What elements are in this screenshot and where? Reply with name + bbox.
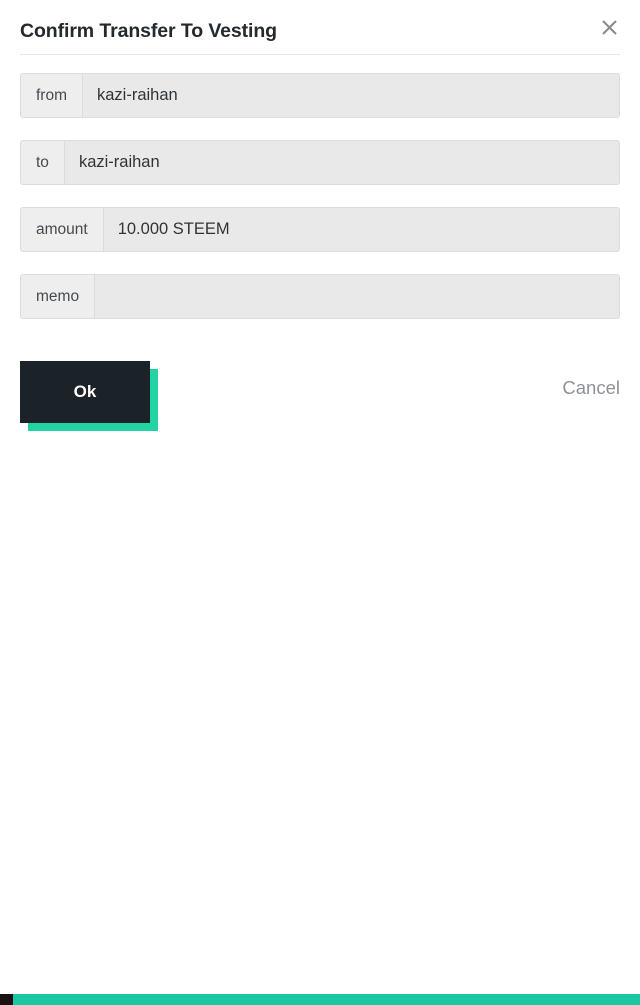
bottom-accent-bar	[0, 994, 640, 1005]
field-row-memo[interactable]: memo	[20, 274, 620, 319]
dialog-header: Confirm Transfer To Vesting	[0, 0, 640, 54]
field-label-memo: memo	[21, 275, 96, 318]
ok-button[interactable]: Ok	[20, 361, 150, 423]
bottom-bar-nub	[0, 994, 13, 1005]
transfer-form: from kazi-raihan to kazi-raihan amount 1…	[0, 55, 640, 319]
field-row-from[interactable]: from kazi-raihan	[20, 73, 620, 118]
field-label-to: to	[21, 141, 65, 184]
from-input[interactable]: kazi-raihan	[83, 74, 619, 117]
confirm-transfer-dialog: Confirm Transfer To Vesting from kazi-ra…	[0, 0, 640, 1005]
amount-input[interactable]: 10.000 STEEM	[103, 208, 619, 251]
page-title: Confirm Transfer To Vesting	[20, 20, 277, 42]
cancel-button[interactable]: Cancel	[562, 377, 620, 399]
field-row-to[interactable]: to kazi-raihan	[20, 140, 620, 185]
dialog-actions: Ok Cancel	[20, 341, 620, 427]
field-row-amount[interactable]: amount 10.000 STEEM	[20, 207, 620, 252]
field-label-from: from	[21, 74, 83, 117]
field-label-amount: amount	[21, 208, 104, 251]
to-input[interactable]: kazi-raihan	[64, 141, 619, 184]
memo-input[interactable]	[95, 275, 619, 318]
bottom-bar-fill	[13, 994, 640, 1005]
close-icon[interactable]	[596, 14, 622, 40]
